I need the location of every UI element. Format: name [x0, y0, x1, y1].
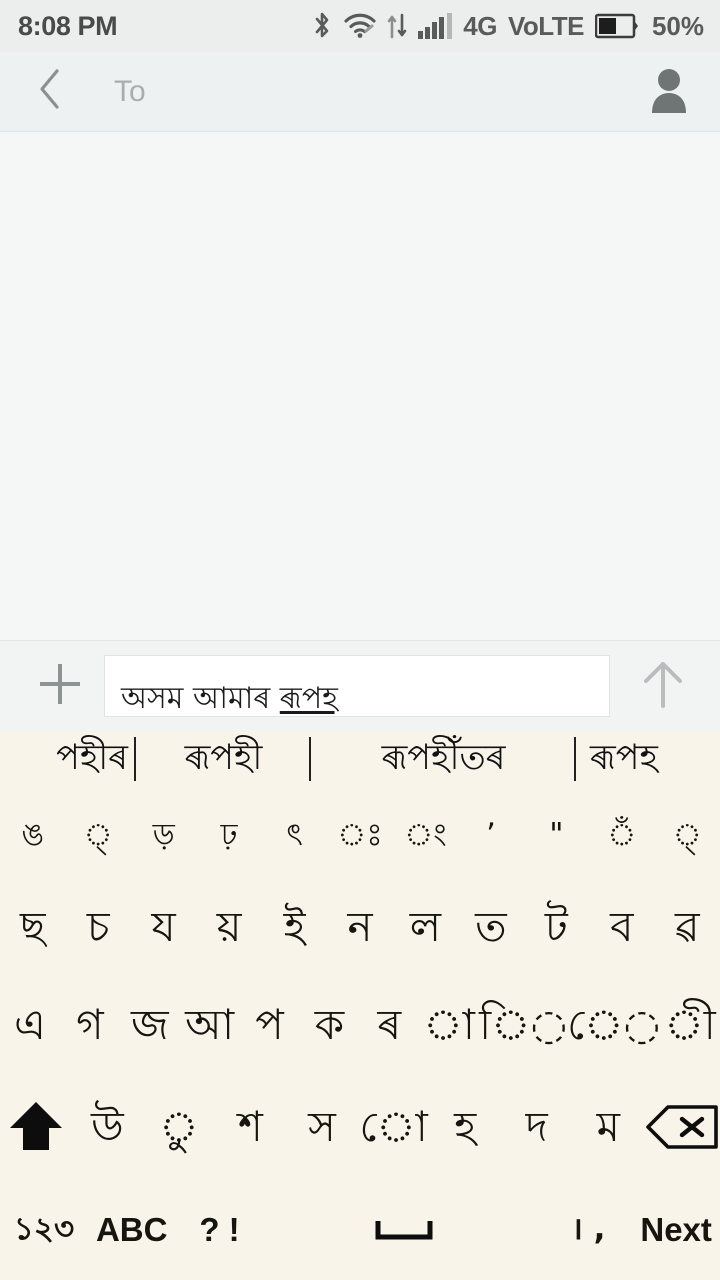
key-ba[interactable]: ব [589, 879, 654, 975]
suggestion-strip: পহীৰ ৰূপহী ৰূপহীঁতৰ ৰূপহ [0, 731, 720, 787]
space-bar-icon [374, 1217, 434, 1243]
key-danda-comma[interactable]: । , [544, 1179, 632, 1280]
key-numeric-mode[interactable]: ১২৩ [0, 1179, 88, 1280]
key-aa[interactable]: আ [180, 975, 240, 1075]
message-text: অসম আমাৰ ৰূপহ [121, 684, 338, 714]
recipient-input[interactable]: To [114, 75, 146, 109]
suggestion-item[interactable]: পহীৰ [0, 731, 136, 787]
suggestion-item[interactable]: ৰূপহ [576, 731, 720, 787]
key-pa[interactable]: প [240, 975, 300, 1075]
key-ha[interactable]: হ [429, 1075, 501, 1179]
message-input[interactable]: অসম আমাৰ ৰূপহ [104, 655, 610, 717]
key-space[interactable] [263, 1179, 544, 1280]
shift-arrow-icon [5, 1096, 67, 1158]
battery-icon [594, 13, 639, 39]
key-ta[interactable]: ত [458, 879, 523, 975]
key-aa-kar[interactable]: ◌া [419, 975, 479, 1075]
keyboard-row-diacritics: ঙ ◌্‍ ড় ঢ় ৎ ◌ঃ ◌ং ’ " ◌ঁ ◌্ [0, 787, 720, 879]
network-type-label: 4G [463, 10, 497, 41]
key-nga-alt[interactable]: ঙ [0, 787, 65, 879]
key-da[interactable]: দ [501, 1075, 573, 1179]
keyboard-row-consonants-2: এ গ জ আ প ক ৰ ◌া ি◌ ে◌ ◌ী [0, 975, 720, 1075]
key-rra[interactable]: ড় [131, 787, 196, 879]
battery-percent-label: 50% [651, 10, 704, 41]
keyboard-row-consonants-1: ছ চ য য় ই ন ল ত ট ব ৱ [0, 879, 720, 975]
attach-button[interactable] [24, 650, 96, 722]
compose-bar: অসম আমাৰ ৰূপহ [0, 641, 720, 731]
plus-icon [34, 658, 86, 715]
key-ka[interactable]: ক [299, 975, 359, 1075]
key-tta[interactable]: ট [524, 879, 589, 975]
key-shift[interactable] [0, 1075, 72, 1179]
key-sha[interactable]: শ [215, 1075, 287, 1179]
back-button[interactable] [28, 67, 72, 116]
key-chandrabindu[interactable]: ◌ঁ [589, 787, 654, 879]
key-quote[interactable]: " [524, 787, 589, 879]
key-hasanta-ra[interactable]: ◌্‍ [65, 787, 130, 879]
signal-bars-icon [418, 13, 453, 39]
wifi-icon [344, 13, 376, 39]
key-sa[interactable]: স [286, 1075, 358, 1179]
key-u-kar[interactable]: ◌ু [143, 1075, 215, 1179]
key-apostrophe[interactable]: ’ [458, 787, 523, 879]
send-button[interactable] [628, 651, 698, 721]
chevron-left-icon [37, 67, 63, 116]
key-ja[interactable]: য [131, 879, 196, 975]
key-latin-mode[interactable]: ABC [88, 1179, 176, 1280]
key-e-kar[interactable]: ে◌ [567, 975, 660, 1075]
app-bar: To [0, 52, 720, 132]
key-punctuation[interactable]: ? ! [176, 1179, 264, 1280]
status-bar: 8:08 PM 4G VoLTE 50% [0, 0, 720, 52]
keyboard-row-shift-consonants: উ ◌ু শ স ো হ দ ম [0, 1075, 720, 1179]
key-backspace[interactable] [644, 1075, 720, 1179]
key-na[interactable]: ন [327, 879, 392, 975]
conversation-thread [0, 132, 720, 641]
keyboard-row-bottom: ১২৩ ABC ? ! । , Next [0, 1179, 720, 1280]
on-screen-keyboard: পহীৰ ৰূপহী ৰূপহীঁতৰ ৰূপহ ঙ ◌্‍ ড় ঢ় ৎ ◌… [0, 731, 720, 1280]
phone-screen: 8:08 PM 4G VoLTE 50% To অসম আমাৰ ৰূপহ পহ… [0, 0, 720, 1280]
status-icons: 4G VoLTE 50% [311, 11, 704, 42]
key-u[interactable]: উ [72, 1075, 144, 1179]
volte-label: VoLTE [507, 10, 584, 41]
key-cha[interactable]: ছ [0, 879, 65, 975]
key-visarga[interactable]: ◌ঃ [327, 787, 392, 879]
key-o-kar[interactable]: ো [358, 1075, 430, 1179]
person-icon [646, 65, 692, 118]
key-i-kar[interactable]: ি◌ [479, 975, 567, 1075]
suggestion-item[interactable]: ৰূপহীঁতৰ [311, 731, 576, 787]
key-anusvara[interactable]: ◌ং [393, 787, 458, 879]
key-wa[interactable]: ৱ [655, 879, 720, 975]
key-ra[interactable]: ৰ [359, 975, 419, 1075]
key-rha[interactable]: ঢ় [196, 787, 261, 879]
message-committed-text: অসম আমাৰ [121, 681, 280, 716]
arrow-up-icon [638, 656, 688, 717]
bluetooth-icon [311, 11, 333, 41]
key-ga[interactable]: গ [60, 975, 120, 1075]
key-hasanta[interactable]: ◌্ [655, 787, 720, 879]
data-transfer-icon [387, 13, 407, 39]
key-ca[interactable]: চ [65, 879, 130, 975]
key-ya[interactable]: য় [196, 879, 261, 975]
key-next[interactable]: Next [632, 1179, 720, 1280]
key-la[interactable]: ল [393, 879, 458, 975]
message-composing-text: ৰূপহ [279, 681, 338, 716]
key-ii-kar[interactable]: ◌ী [660, 975, 720, 1075]
suggestion-item[interactable]: ৰূপহী [136, 731, 311, 787]
key-khanda-ta[interactable]: ৎ [262, 787, 327, 879]
add-contact-button[interactable] [644, 67, 694, 117]
backspace-icon [644, 1103, 720, 1151]
key-ma[interactable]: ম [573, 1075, 645, 1179]
key-jha[interactable]: জ [120, 975, 180, 1075]
status-time: 8:08 PM [18, 10, 118, 41]
key-i[interactable]: ই [262, 879, 327, 975]
key-e[interactable]: এ [0, 975, 60, 1075]
